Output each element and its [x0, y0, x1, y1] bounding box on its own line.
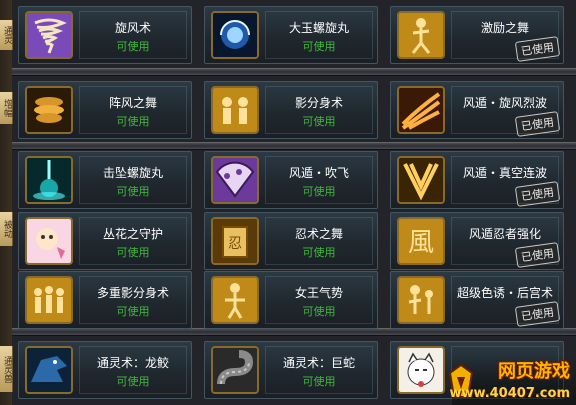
skill-name: 激励之舞 — [480, 21, 529, 35]
section-tag-3: 被动 — [0, 212, 13, 246]
skill-name: 阵风之舞 — [108, 96, 157, 110]
used-stamp: 已使用 — [514, 242, 561, 268]
skill-card[interactable]: 丛花之守护 可使用 — [18, 212, 192, 270]
dragon-shark-icon[interactable] — [25, 346, 73, 394]
queen-icon[interactable] — [211, 276, 259, 324]
skill-status: 可使用 — [302, 305, 336, 318]
skill-name: 击坠螺旋丸 — [102, 166, 163, 180]
skill-status: 可使用 — [116, 115, 150, 128]
skill-status: 可使用 — [302, 40, 336, 53]
skill-name: 影分身术 — [294, 96, 343, 110]
skill-status: 可使用 — [302, 375, 336, 388]
skill-name: 风遁・吹飞 — [288, 166, 349, 180]
wind-kanji-icon[interactable]: 風 — [397, 217, 445, 265]
skill-status: 可使用 — [116, 375, 150, 388]
skill-status: 可使用 — [302, 246, 336, 259]
skill-card[interactable]: 大玉螺旋丸 可使用 — [204, 6, 378, 64]
skill-card[interactable]: 风遁・真空连波 已使用 — [390, 151, 564, 209]
skill-card[interactable]: 風 风遁忍者强化 已使用 — [390, 212, 564, 270]
skill-name: 风遁・旋风烈波 — [462, 96, 547, 110]
skill-card[interactable]: 女王气势 可使用 — [204, 271, 378, 329]
falling-rasengan-icon[interactable] — [25, 156, 73, 204]
dancer-icon[interactable] — [397, 11, 445, 59]
skill-status: 可使用 — [116, 185, 150, 198]
skill-name: 丛花之守护 — [102, 227, 163, 241]
skill-name: 大玉螺旋丸 — [288, 21, 349, 35]
skill-card[interactable]: 击坠螺旋丸 可使用 — [18, 151, 192, 209]
scroll-icon[interactable]: 忍 — [211, 217, 259, 265]
clones-icon[interactable] — [211, 86, 259, 134]
section-tag-1: 通灵 — [0, 20, 13, 50]
section-divider — [12, 142, 576, 150]
cat-icon[interactable] — [397, 346, 445, 394]
skill-status: 可使用 — [302, 115, 336, 128]
skill-card[interactable]: 风遁・吹飞 可使用 — [204, 151, 378, 209]
harem-icon[interactable] — [397, 276, 445, 324]
skill-name: 通灵术：巨蛇 — [282, 356, 355, 370]
skill-card[interactable]: 激励之舞 已使用 — [390, 6, 564, 64]
wind-wave-icon[interactable] — [397, 86, 445, 134]
skill-card[interactable]: 通灵术：巨蛇 可使用 — [204, 341, 378, 399]
skill-card[interactable]: 通灵术：龙鲛 可使用 — [18, 341, 192, 399]
skill-card[interactable]: 阵风之舞 可使用 — [18, 81, 192, 139]
used-stamp: 已使用 — [514, 111, 561, 137]
skill-card[interactable]: 多重影分身术 可使用 — [18, 271, 192, 329]
skill-status: 可使用 — [302, 185, 336, 198]
skill-name: 通灵术：龙鲛 — [96, 356, 169, 370]
whirl-icon[interactable] — [25, 86, 73, 134]
watermark: 网页游戏 www.40407.com — [448, 355, 576, 405]
flower-guard-icon[interactable] — [25, 217, 73, 265]
skill-name: 忍术之舞 — [294, 227, 343, 241]
skill-card[interactable]: 旋风术 可使用 — [18, 6, 192, 64]
skill-status: 可使用 — [116, 40, 150, 53]
skill-name: 风遁忍者强化 — [468, 227, 541, 241]
skill-name: 超级色诱・后宫术 — [456, 286, 553, 300]
skill-name: 旋风术 — [114, 21, 151, 35]
left-sidebar — [0, 0, 12, 405]
skill-card[interactable]: 影分身术 可使用 — [204, 81, 378, 139]
watermark-title: 网页游戏 — [498, 361, 570, 382]
tornado-icon[interactable] — [25, 11, 73, 59]
skill-status: 可使用 — [116, 305, 150, 318]
snake-icon[interactable] — [211, 346, 259, 394]
multi-clones-icon[interactable] — [25, 276, 73, 324]
skill-card[interactable]: 超级色诱・后宫术 已使用 — [390, 271, 564, 329]
section-tag-4: 通灵兽 — [0, 346, 13, 392]
watermark-url: www.40407.com — [449, 386, 571, 401]
vacuum-wave-icon[interactable] — [397, 156, 445, 204]
skill-card[interactable]: 风遁・旋风烈波 已使用 — [390, 81, 564, 139]
fan-icon[interactable] — [211, 156, 259, 204]
used-stamp: 已使用 — [514, 181, 561, 207]
used-stamp: 已使用 — [514, 36, 561, 62]
skill-name: 女王气势 — [294, 286, 343, 300]
skill-card[interactable]: 忍 忍术之舞可使用 — [204, 212, 378, 270]
used-stamp: 已使用 — [514, 301, 561, 327]
skill-name: 风遁・真空连波 — [462, 166, 547, 180]
svg-text:忍: 忍 — [228, 236, 242, 252]
svg-text:風: 風 — [408, 228, 434, 258]
section-divider — [12, 328, 576, 336]
rasengan-icon[interactable] — [211, 11, 259, 59]
skill-name: 多重影分身术 — [96, 286, 169, 300]
skill-status: 可使用 — [116, 246, 150, 259]
section-tag-2: 增幅 — [0, 92, 13, 124]
section-divider — [12, 68, 576, 76]
